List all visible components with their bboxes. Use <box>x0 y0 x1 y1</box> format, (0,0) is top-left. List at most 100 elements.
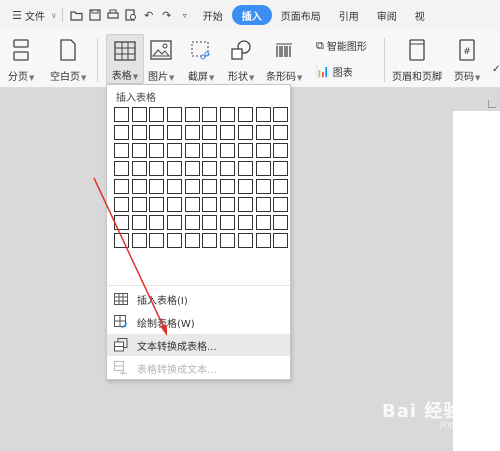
open-folder-icon[interactable] <box>68 6 86 24</box>
header-footer-button[interactable]: 页眉和页脚 <box>392 38 442 83</box>
table-grid-cell[interactable] <box>237 179 253 194</box>
table-grid-cell[interactable] <box>273 143 289 158</box>
table-grid-cell[interactable] <box>202 125 218 140</box>
table-grid-cell[interactable] <box>131 125 147 140</box>
table-grid-cell[interactable] <box>167 179 183 194</box>
table-grid-cell[interactable] <box>149 215 165 230</box>
insert-table-item[interactable]: 插入表格(I) <box>107 288 290 310</box>
table-grid-cell[interactable] <box>202 197 218 212</box>
table-grid-cell[interactable] <box>273 125 289 140</box>
customize-dropdown-icon[interactable]: ▿ <box>176 6 194 24</box>
table-grid-cell[interactable] <box>131 215 147 230</box>
table-grid-cell[interactable] <box>202 161 218 176</box>
table-grid-cell[interactable] <box>167 233 183 248</box>
table-grid-cell[interactable] <box>220 233 236 248</box>
tab-view[interactable]: 视 <box>406 5 434 25</box>
more-button[interactable]: ✓ <box>492 64 500 75</box>
table-grid-cell[interactable] <box>273 179 289 194</box>
tab-page-layout[interactable]: 页面布局 <box>272 5 330 25</box>
table-grid-cell[interactable] <box>114 233 129 248</box>
table-grid-cell[interactable] <box>237 161 253 176</box>
table-grid-cell[interactable] <box>114 107 129 122</box>
smartart-button[interactable]: ⧉ 智能图形 <box>316 38 367 54</box>
shape-button[interactable]: 形状▼ <box>228 38 254 83</box>
screenshot-button[interactable]: 截屏▼ <box>188 38 214 83</box>
save-icon[interactable] <box>86 6 104 24</box>
table-grid-cell[interactable] <box>202 233 218 248</box>
table-grid-cell[interactable] <box>184 125 200 140</box>
table-grid-cell[interactable] <box>184 179 200 194</box>
table-grid-cell[interactable] <box>114 197 129 212</box>
table-grid-cell[interactable] <box>237 233 253 248</box>
table-grid-cell[interactable] <box>149 179 165 194</box>
table-grid-cell[interactable] <box>149 161 165 176</box>
redo-icon[interactable]: ↷ <box>158 6 176 24</box>
table-grid-cell[interactable] <box>273 161 289 176</box>
table-grid-cell[interactable] <box>167 143 183 158</box>
table-grid-cell[interactable] <box>114 125 129 140</box>
table-grid-cell[interactable] <box>237 125 253 140</box>
table-grid-cell[interactable] <box>255 233 271 248</box>
table-grid-cell[interactable] <box>220 179 236 194</box>
file-menu[interactable]: ☰ 文件 ∨ <box>12 8 57 23</box>
table-grid-cell[interactable] <box>131 161 147 176</box>
table-grid-cell[interactable] <box>131 197 147 212</box>
table-grid-cell[interactable] <box>184 215 200 230</box>
table-grid-cell[interactable] <box>255 161 271 176</box>
table-grid-cell[interactable] <box>255 107 271 122</box>
table-grid-cell[interactable] <box>184 233 200 248</box>
table-grid-cell[interactable] <box>202 107 218 122</box>
table-grid-cell[interactable] <box>149 125 165 140</box>
tab-review[interactable]: 审阅 <box>368 5 406 25</box>
picture-button[interactable]: 图片▼ <box>148 38 174 83</box>
table-grid-cell[interactable] <box>167 107 183 122</box>
page-break-button[interactable]: 分页▼ <box>8 38 34 83</box>
barcode-button[interactable]: 条形码▼ <box>266 38 302 83</box>
table-grid-cell[interactable] <box>255 215 271 230</box>
tab-insert[interactable]: 插入 <box>231 5 272 25</box>
chart-button[interactable]: 📊 图表 <box>316 64 353 79</box>
undo-icon[interactable]: ↶ <box>140 6 158 24</box>
table-grid-cell[interactable] <box>167 161 183 176</box>
draw-table-item[interactable]: 绘制表格(W) <box>107 311 290 333</box>
table-grid-cell[interactable] <box>114 215 129 230</box>
table-grid-cell[interactable] <box>149 143 165 158</box>
text-to-table-item[interactable]: 文本转换成表格... <box>107 334 290 356</box>
print-icon[interactable] <box>104 6 122 24</box>
table-grid-cell[interactable] <box>220 197 236 212</box>
table-grid-cell[interactable] <box>255 197 271 212</box>
table-grid-cell[interactable] <box>273 233 289 248</box>
page-number-button[interactable]: # 页码▼ <box>454 38 480 83</box>
tab-references[interactable]: 引用 <box>330 5 368 25</box>
table-grid-cell[interactable] <box>167 215 183 230</box>
print-preview-icon[interactable] <box>122 6 140 24</box>
table-grid-cell[interactable] <box>220 125 236 140</box>
table-grid-cell[interactable] <box>220 143 236 158</box>
table-grid-cell[interactable] <box>220 215 236 230</box>
table-grid-cell[interactable] <box>131 179 147 194</box>
table-grid-cell[interactable] <box>220 107 236 122</box>
table-grid-cell[interactable] <box>149 107 165 122</box>
table-grid-cell[interactable] <box>167 197 183 212</box>
table-grid-cell[interactable] <box>114 161 129 176</box>
table-grid-cell[interactable] <box>131 143 147 158</box>
table-grid-cell[interactable] <box>202 143 218 158</box>
table-grid-cell[interactable] <box>149 197 165 212</box>
table-grid-cell[interactable] <box>131 107 147 122</box>
table-grid-cell[interactable] <box>237 197 253 212</box>
table-grid-cell[interactable] <box>202 179 218 194</box>
tab-home[interactable]: 开始 <box>194 5 232 25</box>
table-grid-cell[interactable] <box>114 143 129 158</box>
table-grid-cell[interactable] <box>114 179 129 194</box>
table-grid-cell[interactable] <box>237 143 253 158</box>
table-grid-cell[interactable] <box>184 161 200 176</box>
table-grid-cell[interactable] <box>237 215 253 230</box>
table-grid-cell[interactable] <box>184 107 200 122</box>
table-button[interactable]: 表格▼ <box>106 34 144 84</box>
table-grid-cell[interactable] <box>237 107 253 122</box>
table-grid-cell[interactable] <box>273 107 289 122</box>
table-grid-cell[interactable] <box>202 215 218 230</box>
table-grid-cell[interactable] <box>131 233 147 248</box>
table-grid-cell[interactable] <box>167 125 183 140</box>
table-grid-cell[interactable] <box>184 143 200 158</box>
